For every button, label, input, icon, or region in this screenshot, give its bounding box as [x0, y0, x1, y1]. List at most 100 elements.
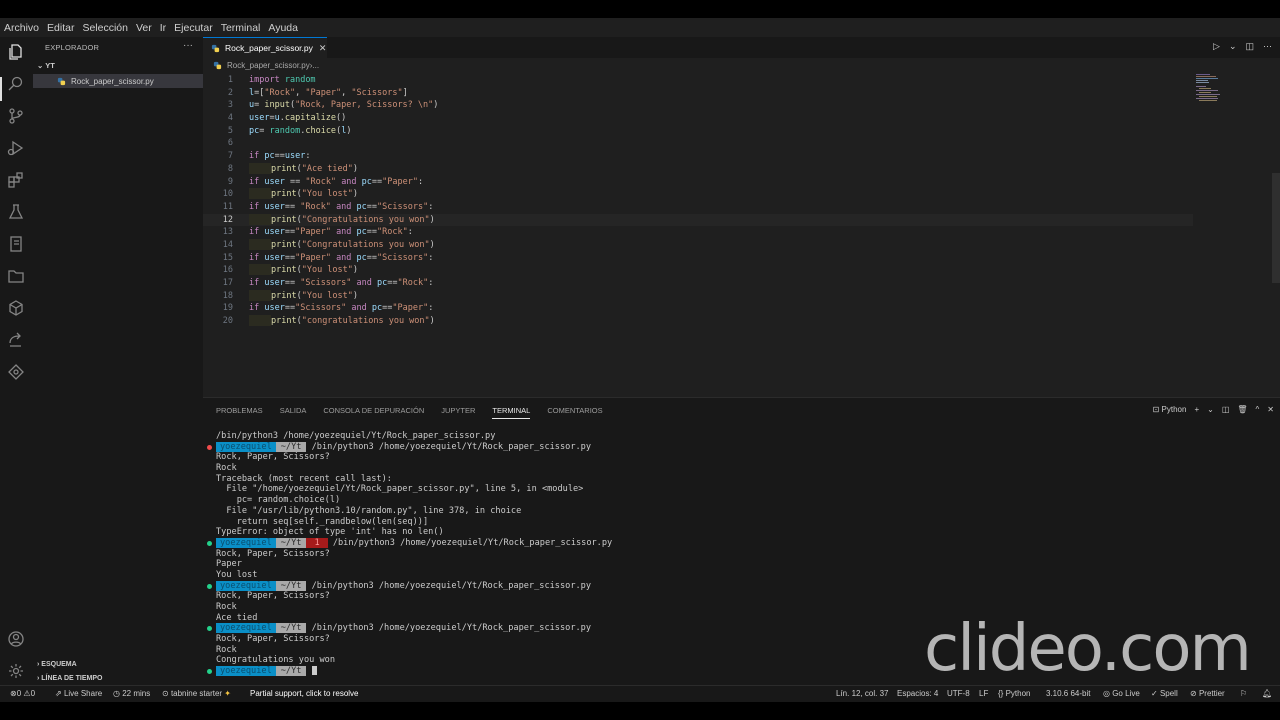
testing-icon[interactable] — [7, 203, 25, 221]
code-line[interactable]: 12 print("Congratulations you won") — [203, 213, 1193, 227]
code-line[interactable]: 4 user=u.capitalize() — [203, 112, 1193, 125]
more-actions-icon[interactable]: ··· — [183, 40, 193, 51]
live-share-label: Live Share — [63, 689, 103, 698]
scrollbar-thumb[interactable] — [1272, 173, 1280, 283]
tab-jupyter[interactable]: JUPYTER — [441, 406, 475, 419]
close-icon[interactable]: ✕ — [1267, 405, 1274, 414]
command-decoration-icon[interactable] — [207, 540, 212, 546]
code-line[interactable]: 2 l=["Rock", "Paper", "Scissors"] — [203, 87, 1193, 100]
new-terminal-icon[interactable]: + — [1194, 405, 1199, 414]
prettier-status[interactable]: ⊘ Prettier — [1190, 689, 1225, 698]
account-icon[interactable] — [7, 630, 25, 648]
code-line[interactable]: 17 if user== "Scissors" and pc=="Rock": — [203, 277, 1193, 290]
minimap[interactable] — [1196, 74, 1226, 104]
code-line[interactable]: 13 if user=="Paper" and pc=="Rock": — [203, 226, 1193, 239]
language-mode[interactable]: {} Python — [998, 689, 1030, 698]
code-line[interactable]: 16 print("You lost") — [203, 264, 1193, 277]
split-terminal-icon[interactable]: ◫ — [1222, 405, 1230, 414]
code-line[interactable]: 11 if user== "Rock" and pc=="Scissors": — [203, 201, 1193, 214]
line-text: import random — [249, 75, 316, 85]
eol-status[interactable]: LF — [979, 689, 988, 698]
code-line[interactable]: 8 print("Ace tied") — [203, 162, 1193, 176]
code-line[interactable]: 14 print("Congratulations you won") — [203, 238, 1193, 252]
run-file-icon[interactable]: ▷ — [1213, 41, 1220, 52]
go-live-status[interactable]: ◎ Go Live — [1103, 689, 1140, 698]
menu-item-ayuda[interactable]: Ayuda — [264, 22, 302, 34]
breadcrumb-file[interactable]: Rock_paper_scissor.py — [227, 61, 310, 70]
code-line[interactable]: 19 if user=="Scissors" and pc=="Paper": — [203, 302, 1193, 315]
timer-status[interactable]: ◷ 22 mins — [113, 689, 150, 698]
cursor-position[interactable]: Lín. 12, col. 37 — [836, 689, 888, 698]
tab-comentarios[interactable]: COMENTARIOS — [547, 406, 602, 419]
code-line[interactable]: 7 if pc==user: — [203, 150, 1193, 163]
docker-icon[interactable] — [7, 363, 25, 381]
active-indicator — [0, 77, 2, 101]
search-icon[interactable] — [7, 75, 25, 93]
menu-item-ejecutar[interactable]: Ejecutar — [170, 22, 217, 34]
code-line[interactable]: 1 import random — [203, 74, 1193, 87]
chevron-down-icon[interactable]: ⌄ — [1207, 405, 1214, 414]
line-number: 9 — [227, 176, 233, 187]
command-decoration-icon[interactable] — [207, 626, 212, 632]
line-text: print("You lost") — [249, 264, 358, 277]
code-line[interactable]: 10 print("You lost") — [203, 188, 1193, 201]
command-decoration-icon[interactable] — [207, 444, 212, 450]
source-control-icon[interactable] — [7, 107, 25, 125]
problems-status[interactable]: ⊗0 ⚠0 — [10, 689, 35, 698]
partial-support-status[interactable]: Partial support, click to resolve — [250, 689, 359, 698]
code-line[interactable]: 18 print("You lost") — [203, 289, 1193, 303]
explorer-file-item[interactable]: Rock_paper_scissor.py — [33, 74, 203, 88]
trash-icon[interactable]: 🗑 — [1237, 405, 1247, 414]
encoding-status[interactable]: UTF-8 — [947, 689, 970, 698]
code-line[interactable]: 5 pc= random.choice(l) — [203, 125, 1193, 138]
timeline-section[interactable]: › LÍNEA DE TIEMPO — [37, 675, 102, 682]
tab-terminal[interactable]: TERMINAL — [492, 406, 531, 419]
run-debug-icon[interactable] — [7, 139, 25, 157]
code-line[interactable]: 20 print("congratulations you won") — [203, 315, 1193, 328]
tab-salida[interactable]: SALIDA — [280, 406, 307, 419]
menu-item-ir[interactable]: Ir — [156, 22, 170, 34]
code-line[interactable]: 15 if user=="Paper" and pc=="Scissors": — [203, 252, 1193, 265]
close-icon[interactable]: ✕ — [319, 43, 327, 54]
tabnine-status[interactable]: ⊙ tabnine starter ✦ — [162, 689, 231, 698]
folder-icon[interactable] — [7, 267, 25, 285]
menu-item-ver[interactable]: Ver — [132, 22, 156, 34]
chevron-down-icon[interactable]: ⌄ — [1229, 41, 1237, 52]
remote-icon[interactable] — [7, 299, 25, 317]
workspace-folder[interactable]: ⌄ YT — [37, 61, 55, 70]
tab-rock-paper-scissor[interactable]: Rock_paper_scissor.py ✕ — [203, 37, 327, 58]
editor-scrollbar[interactable] — [1272, 58, 1280, 397]
live-share-icon[interactable] — [7, 331, 25, 349]
outline-section[interactable]: › ESQUEMA — [37, 661, 77, 668]
tab-problemas[interactable]: PROBLEMAS — [216, 406, 263, 419]
chevron-up-icon[interactable]: ^ — [1256, 405, 1260, 414]
live-share-status[interactable]: ⇗ Live Share — [55, 689, 102, 698]
more-actions-icon[interactable]: ⋯ — [1263, 41, 1272, 52]
explorer-icon[interactable] — [7, 43, 25, 61]
code-line[interactable]: 9 if user == "Rock" and pc=="Paper": — [203, 176, 1193, 189]
bell-icon[interactable]: 🔔︎ — [1262, 689, 1272, 698]
interpreter-status[interactable]: 3.10.6 64-bit — [1046, 689, 1090, 698]
indentation-status[interactable]: Espacios: 4 — [897, 689, 938, 698]
status-bar: ⊗0 ⚠0 ⇗ Live Share ◷ 22 mins ⊙ tabnine s… — [0, 685, 1280, 702]
code-editor[interactable]: 1 import random 2 l=["Rock", "Paper", "Scis… — [203, 74, 1193, 328]
notebook-icon[interactable] — [7, 235, 25, 253]
menu-item-terminal[interactable]: Terminal — [217, 22, 265, 34]
spell-status[interactable]: ✓ Spell — [1151, 689, 1178, 698]
tab-consola-de-depuraci-n[interactable]: CONSOLA DE DEPURACIÓN — [323, 406, 424, 419]
feedback-icon[interactable]: ⚐ — [1240, 689, 1247, 698]
extensions-icon[interactable] — [7, 171, 25, 189]
split-editor-icon[interactable]: ◫ — [1245, 41, 1254, 52]
menu-item-archivo[interactable]: Archivo — [0, 22, 43, 34]
code-line[interactable]: 3 u= input("Rock, Paper, Scissors? \n") — [203, 99, 1193, 112]
code-line[interactable]: 6 — [203, 137, 1193, 150]
breadcrumb-symbol[interactable]: ... — [312, 61, 319, 70]
command-decoration-icon[interactable] — [207, 583, 212, 589]
terminal-shell[interactable]: ⊡ Python — [1153, 405, 1187, 414]
terminal-output[interactable]: /bin/python3 /home/yoezequiel/Yt/Rock_pa… — [207, 431, 612, 677]
settings-gear-icon[interactable] — [7, 662, 25, 680]
menu-item-editar[interactable]: Editar — [43, 22, 78, 34]
command-decoration-icon[interactable] — [207, 669, 212, 675]
menu-item-selección[interactable]: Selección — [78, 22, 132, 34]
terminal-line: Rock, Paper, Scissors? — [216, 452, 330, 463]
